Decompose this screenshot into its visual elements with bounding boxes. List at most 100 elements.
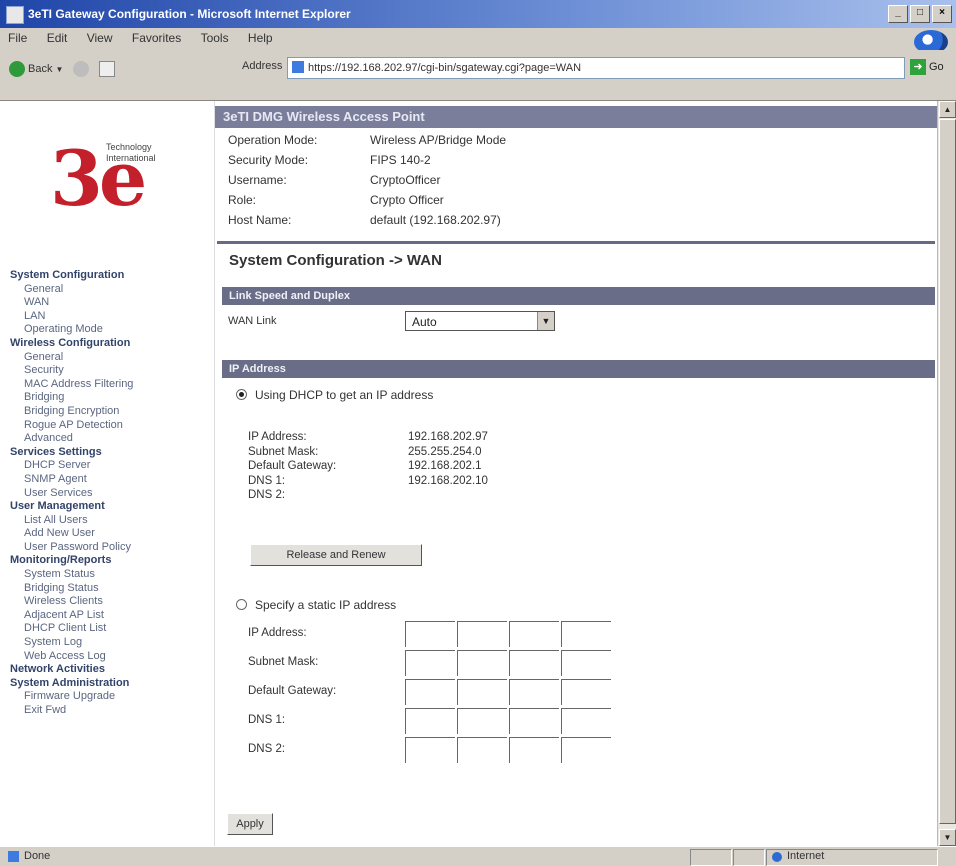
dhcp-value: 192.168.202.1 <box>408 460 482 472</box>
nav-section-header[interactable]: Services Settings <box>10 446 210 460</box>
nav-link[interactable]: System Log <box>10 636 210 650</box>
nav-link[interactable]: User Password Policy <box>10 541 210 555</box>
dhcp-radio[interactable] <box>236 389 247 400</box>
nav-link[interactable]: System Status <box>10 568 210 582</box>
nav-link[interactable]: Exit Fwd <box>10 704 210 718</box>
nav-section-header[interactable]: System Administration <box>10 677 210 691</box>
close-button[interactable]: × <box>932 5 952 23</box>
nav-section-header[interactable]: Network Activities <box>10 663 210 677</box>
octet-input[interactable] <box>405 621 455 647</box>
scroll-thumb[interactable] <box>939 119 956 824</box>
octet-input[interactable] <box>509 621 559 647</box>
nav-link[interactable]: Bridging Status <box>10 582 210 596</box>
octet-input[interactable] <box>457 621 507 647</box>
nav-section-header[interactable]: System Configuration <box>10 269 210 283</box>
octet-input[interactable] <box>561 708 611 734</box>
chevron-down-icon: ▼ <box>537 312 554 330</box>
nav-link[interactable]: Web Access Log <box>10 650 210 664</box>
nav-link[interactable]: Wireless Clients <box>10 595 210 609</box>
info-row: Role: Crypto Officer <box>228 190 928 210</box>
scroll-down-icon[interactable]: ▼ <box>939 829 956 846</box>
page-icon <box>99 61 116 77</box>
octet-input[interactable] <box>561 737 611 763</box>
nav-link[interactable]: General <box>10 351 210 365</box>
nav-link[interactable]: DHCP Client List <box>10 622 210 636</box>
forward-button[interactable] <box>70 61 92 77</box>
nav-link[interactable]: LAN <box>10 310 210 324</box>
octet-input[interactable] <box>509 679 559 705</box>
nav-link[interactable]: Add New User <box>10 527 210 541</box>
static-row: DNS 2: <box>248 737 628 766</box>
octet-input[interactable] <box>405 737 455 763</box>
vertical-scrollbar[interactable]: ▲ ▼ <box>937 101 956 846</box>
nav-link[interactable]: Bridging Encryption <box>10 405 210 419</box>
menu-edit[interactable]: Edit <box>39 28 76 48</box>
wan-link-select[interactable]: Auto ▼ <box>405 311 555 331</box>
scroll-up-icon[interactable]: ▲ <box>939 101 956 118</box>
nav-link[interactable]: Security <box>10 364 210 378</box>
nav-link[interactable]: Advanced <box>10 432 210 446</box>
octet-input[interactable] <box>509 708 559 734</box>
nav-link[interactable]: WAN <box>10 296 210 310</box>
address-label: Address <box>242 60 283 72</box>
octet-input[interactable] <box>561 650 611 676</box>
octet-input[interactable] <box>457 679 507 705</box>
nav-link[interactable]: Adjacent AP List <box>10 609 210 623</box>
minimize-button[interactable]: _ <box>888 5 908 23</box>
menu-file[interactable]: File <box>0 28 35 48</box>
static-row: IP Address: <box>248 621 628 650</box>
nav-link[interactable]: User Services <box>10 487 210 501</box>
octet-input[interactable] <box>457 708 507 734</box>
nav-link[interactable]: General <box>10 283 210 297</box>
device-info: Operation Mode: Wireless AP/Bridge Mode S… <box>228 130 928 230</box>
nav-section-header[interactable]: User Management <box>10 500 210 514</box>
octet-input[interactable] <box>509 737 559 763</box>
device-header: 3eTI DMG Wireless Access Point <box>215 106 937 128</box>
nav-link[interactable]: Bridging <box>10 391 210 405</box>
nav-link[interactable]: Firmware Upgrade <box>10 690 210 704</box>
logo-line2: International <box>106 153 156 163</box>
info-row: Host Name: default (192.168.202.97) <box>228 210 928 230</box>
octet-input[interactable] <box>405 650 455 676</box>
octet-input[interactable] <box>457 737 507 763</box>
maximize-button[interactable]: □ <box>910 5 930 23</box>
menu-favorites[interactable]: Favorites <box>124 28 189 48</box>
stop-button[interactable] <box>96 61 118 77</box>
nav-link[interactable]: DHCP Server <box>10 459 210 473</box>
nav-link[interactable]: SNMP Agent <box>10 473 210 487</box>
menu-tools[interactable]: Tools <box>193 28 237 48</box>
dhcp-key: Default Gateway: <box>248 460 337 472</box>
back-button[interactable]: Back ▼ <box>6 61 66 77</box>
static-ip-fields: IP Address: Subnet Mask: Default Gateway… <box>248 621 628 766</box>
static-ip-label: Specify a static IP address <box>255 598 397 612</box>
dhcp-row: Default Gateway: 192.168.202.1 <box>248 460 568 475</box>
address-bar[interactable]: https://192.168.202.97/cgi-bin/sgateway.… <box>287 57 905 79</box>
globe-icon <box>772 852 782 862</box>
static-key: DNS 1: <box>248 714 286 726</box>
release-renew-button[interactable]: Release and Renew <box>250 544 422 566</box>
octet-input[interactable] <box>561 621 611 647</box>
ip-address-section-header: IP Address <box>222 360 935 378</box>
go-arrow-icon: ➜ <box>910 59 926 75</box>
menu-help[interactable]: Help <box>240 28 281 48</box>
info-key: Role: <box>228 193 257 207</box>
octet-input[interactable] <box>457 650 507 676</box>
menu-view[interactable]: View <box>79 28 121 48</box>
nav-link[interactable]: Rogue AP Detection <box>10 419 210 433</box>
octet-input[interactable] <box>405 679 455 705</box>
nav-link[interactable]: List All Users <box>10 514 210 528</box>
nav-link[interactable]: Operating Mode <box>10 323 210 337</box>
dhcp-key: Subnet Mask: <box>248 445 319 458</box>
3e-logo: 3e Technology International <box>50 129 200 229</box>
octet-input[interactable] <box>509 650 559 676</box>
nav-link[interactable]: MAC Address Filtering <box>10 378 210 392</box>
octet-input[interactable] <box>561 679 611 705</box>
octet-input[interactable] <box>405 708 455 734</box>
go-button[interactable]: ➜ Go <box>910 57 944 77</box>
nav-section-header[interactable]: Wireless Configuration <box>10 337 210 351</box>
dhcp-row: IP Address: 192.168.202.97 <box>248 431 568 446</box>
dhcp-info: IP Address: 192.168.202.97 Subnet Mask: 25… <box>248 431 568 504</box>
apply-button[interactable]: Apply <box>227 813 273 835</box>
nav-section-header[interactable]: Monitoring/Reports <box>10 554 210 568</box>
static-ip-radio[interactable] <box>236 599 247 610</box>
